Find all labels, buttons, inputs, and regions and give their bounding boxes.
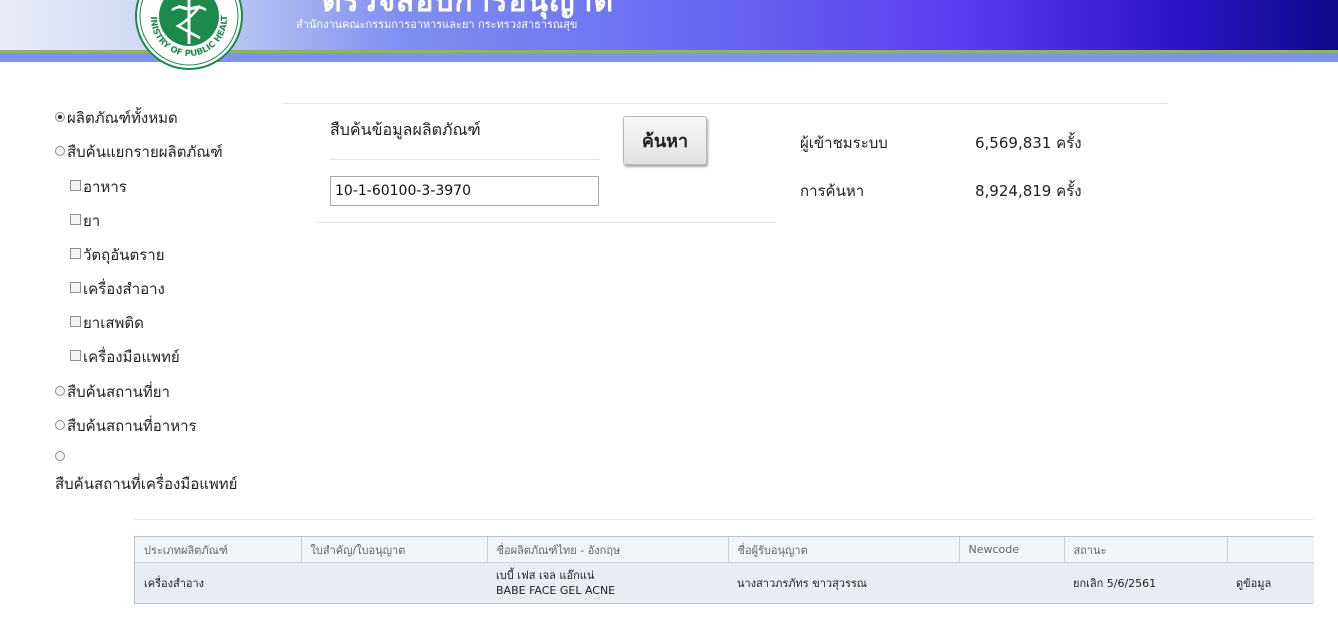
visitors-label: ผู้เข้าชมระบบ bbox=[800, 134, 888, 152]
checkbox-cosmetic[interactable]: เครื่องสำอาง bbox=[70, 277, 165, 301]
column-header-status: สถานะ bbox=[1064, 537, 1228, 563]
radio-food-place[interactable]: สืบค้นสถานที่อาหาร bbox=[55, 414, 197, 438]
cell-licensee: นางสาวภรภัทร ขาวสุวรรณ bbox=[728, 562, 959, 603]
searches-count: 8,924,819 ครั้ง bbox=[975, 182, 1082, 200]
checkbox-narcotic[interactable]: ยาเสพติด bbox=[70, 311, 144, 335]
radio-button[interactable] bbox=[55, 146, 65, 156]
checkbox[interactable] bbox=[70, 180, 81, 191]
panel-top-divider bbox=[283, 103, 1167, 104]
column-header-licensee: ชื่อผู้รับอนุญาต bbox=[728, 537, 960, 563]
checkbox-medical-device[interactable]: เครื่องมือแพทย์ bbox=[70, 345, 180, 369]
radio-button-checked[interactable] bbox=[55, 112, 65, 122]
radio-all-products-label: ผลิตภัณฑ์ทั้งหมด bbox=[67, 109, 178, 127]
site-subtitle: สำนักงานคณะกรรมการอาหารและยา กระทรวงสาธา… bbox=[296, 18, 578, 31]
search-input[interactable] bbox=[330, 176, 599, 206]
radio-food-place-label: สืบค้นสถานที่อาหาร bbox=[67, 417, 197, 435]
view-details-link[interactable]: ดูข้อมูล bbox=[1236, 577, 1271, 590]
cell-license bbox=[301, 562, 487, 603]
column-header-type: ประเภทผลิตภัณฑ์ bbox=[135, 537, 302, 563]
cell-status: ยกเลิก 5/6/2561 bbox=[1064, 562, 1227, 603]
checkbox[interactable] bbox=[70, 350, 81, 361]
cell-product-name-th: เบบี้ เฟส เจล แอ๊กแน่ bbox=[496, 569, 595, 582]
radio-by-product-label: สืบค้นแยกรายผลิตภัณฑ์ bbox=[67, 143, 223, 161]
cell-type: เครื่องสำอาง bbox=[135, 562, 301, 603]
column-header-product-name: ชื่อผลิตภัณฑ์ไทย - อังกฤษ bbox=[487, 537, 729, 563]
visitors-count: 6,569,831 ครั้ง bbox=[975, 134, 1082, 152]
searches-label: การค้นหา bbox=[800, 182, 865, 200]
results-divider bbox=[134, 519, 1313, 520]
radio-all-products[interactable]: ผลิตภัณฑ์ทั้งหมด bbox=[55, 106, 178, 130]
checkbox-cosmetic-label: เครื่องสำอาง bbox=[83, 280, 165, 298]
radio-drug-place[interactable]: สืบค้นสถานที่ยา bbox=[55, 380, 170, 404]
search-label: สืบค้นข้อมูลผลิตภัณฑ์ bbox=[330, 120, 481, 139]
radio-button[interactable] bbox=[55, 451, 65, 461]
checkbox-hazardous-label: วัตถุอันตราย bbox=[83, 246, 165, 264]
radio-drug-place-label: สืบค้นสถานที่ยา bbox=[67, 383, 170, 401]
radio-button[interactable] bbox=[55, 420, 65, 430]
cell-newcode bbox=[959, 562, 1064, 603]
column-header-action bbox=[1227, 537, 1314, 563]
checkbox-hazardous[interactable]: วัตถุอันตราย bbox=[70, 243, 165, 267]
cell-product-name-en: BABE FACE GEL ACNE bbox=[496, 584, 616, 597]
radio-device-place[interactable] bbox=[55, 448, 67, 466]
checkbox-food[interactable]: อาหาร bbox=[70, 175, 127, 199]
radio-device-place-label: สืบค้นสถานที่เครื่องมือแพทย์ bbox=[55, 475, 238, 493]
cell-action: ดูข้อมูล bbox=[1227, 562, 1314, 603]
checkbox-medical-device-label: เครื่องมือแพทย์ bbox=[83, 348, 180, 366]
search-panel-divider bbox=[317, 222, 776, 223]
column-header-newcode: Newcode bbox=[959, 537, 1065, 563]
checkbox[interactable] bbox=[70, 214, 81, 225]
checkbox[interactable] bbox=[70, 282, 81, 293]
checkbox-drug-label: ยา bbox=[83, 212, 101, 230]
ministry-logo-icon: MINISTRY OF PUBLIC HEALTH bbox=[134, 0, 243, 70]
column-header-license: ใบสำคัญ/ใบอนุญาต bbox=[301, 537, 488, 563]
checkbox[interactable] bbox=[70, 316, 81, 327]
cell-product-name: เบบี้ เฟส เจล แอ๊กแน่ BABE FACE GEL ACNE bbox=[487, 562, 728, 603]
results-table: ประเภทผลิตภัณฑ์ ใบสำคัญ/ใบอนุญาต ชื่อผลิ… bbox=[134, 536, 1314, 604]
radio-by-product[interactable]: สืบค้นแยกรายผลิตภัณฑ์ bbox=[55, 140, 223, 164]
checkbox-drug[interactable]: ยา bbox=[70, 209, 100, 233]
radio-button[interactable] bbox=[55, 386, 65, 396]
table-header-row: ประเภทผลิตภัณฑ์ ใบสำคัญ/ใบอนุญาต ชื่อผลิ… bbox=[135, 537, 1314, 563]
search-button[interactable]: ค้นหา bbox=[623, 116, 707, 165]
search-label-divider bbox=[330, 159, 599, 160]
table-row: เครื่องสำอาง เบบี้ เฟส เจล แอ๊กแน่ BABE … bbox=[135, 562, 1314, 603]
checkbox-food-label: อาหาร bbox=[83, 178, 127, 196]
checkbox[interactable] bbox=[70, 248, 81, 259]
checkbox-narcotic-label: ยาเสพติด bbox=[83, 314, 144, 332]
